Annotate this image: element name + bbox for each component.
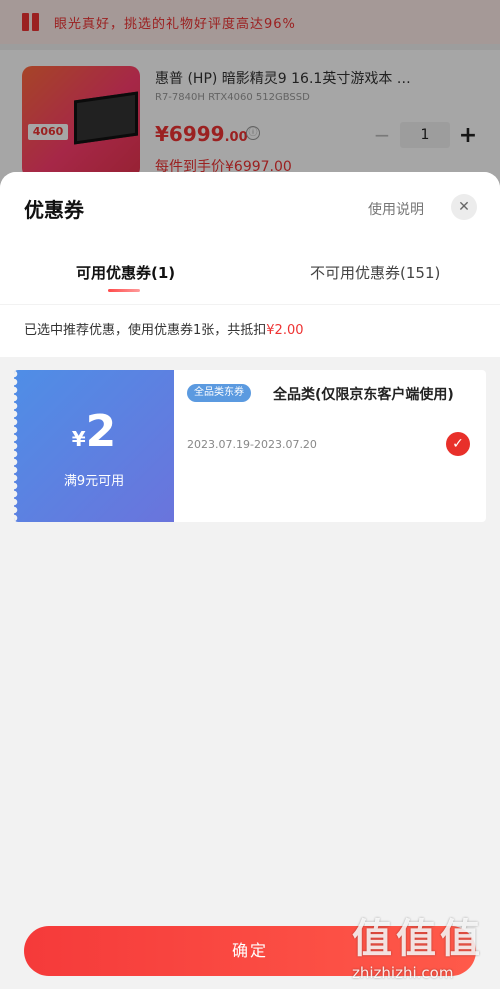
usage-instructions-link[interactable]: 使用说明 (368, 199, 424, 219)
sheet-title: 优惠券 (24, 198, 84, 222)
coupon-value-panel: ¥2 满9元可用 (14, 370, 174, 522)
coupon-condition: 满9元可用 (63, 474, 125, 489)
coupon-amount: 2 (85, 406, 117, 457)
discount-summary: 已选中推荐优惠，使用优惠券1张，共抵扣¥2.00 (0, 305, 500, 357)
tab-unavailable-coupons[interactable]: 不可用优惠券(151) (310, 262, 440, 283)
coupon-value: ¥2 (14, 406, 174, 457)
coupon-yen: ¥ (71, 427, 86, 451)
tab-available-coupons[interactable]: 可用优惠券(1) (76, 262, 175, 283)
coupon-card[interactable]: ¥2 满9元可用 全品类(仅限京东客户端使用) 全品类东券 2023.07.19… (14, 370, 486, 522)
sheet-header: 优惠券 使用说明 ✕ 可用优惠券(1) 不可用优惠券(151) (0, 172, 500, 304)
watermark-logo: 值值值 (352, 916, 484, 962)
watermark-url: zhizhizhi.com (352, 964, 454, 982)
summary-text: 已选中推荐优惠，使用优惠券1张，共抵扣 (24, 323, 267, 338)
coupon-sheet: 优惠券 使用说明 ✕ 可用优惠券(1) 不可用优惠券(151) 已选中推荐优惠，… (0, 172, 500, 989)
coupon-type-badge: 全品类东券 (187, 384, 251, 402)
coupon-detail-panel: 全品类(仅限京东客户端使用) 全品类东券 2023.07.19-2023.07.… (174, 370, 486, 522)
close-icon[interactable]: ✕ (451, 194, 477, 220)
coupon-validity-dates: 2023.07.19-2023.07.20 (187, 438, 317, 451)
summary-amount: ¥2.00 (266, 323, 304, 338)
check-icon[interactable]: ✓ (446, 432, 470, 456)
site-watermark: 值值值 zhizhizhi.com (352, 906, 492, 982)
active-tab-indicator (108, 289, 140, 292)
